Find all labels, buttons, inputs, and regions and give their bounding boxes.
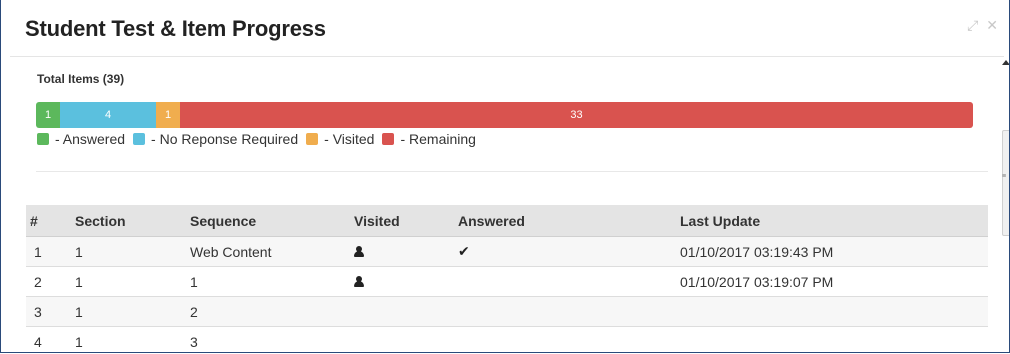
progress-segment-visited: 1 <box>156 102 181 128</box>
cell-answered <box>450 296 672 327</box>
person-icon <box>354 245 364 257</box>
progress-segment-no-response: 4 <box>60 102 157 128</box>
cell-section: 1 <box>67 266 182 297</box>
cell-answered: ✔ <box>450 236 672 267</box>
legend-label: - Visited <box>324 131 375 147</box>
legend-swatch <box>306 133 319 145</box>
dialog-title: Student Test & Item Progress <box>25 16 326 41</box>
legend-label: - No Reponse Required <box>151 131 299 147</box>
scroll-grip-icon: ≡ <box>1002 173 1007 180</box>
cell-answered <box>450 266 672 297</box>
person-icon <box>354 275 364 287</box>
cell-sequence: 2 <box>182 296 346 327</box>
table-row: 413 <box>26 326 988 352</box>
total-items-label: Total Items (39) <box>37 72 125 86</box>
column-header-sequence[interactable]: Sequence <box>182 205 346 237</box>
table-row: 312 <box>26 296 988 327</box>
column-header-last-update[interactable]: Last Update <box>672 205 988 237</box>
cell-number: 4 <box>26 326 67 352</box>
legend-swatch <box>37 133 49 145</box>
cell-section: 1 <box>67 236 182 267</box>
cell-last-update <box>672 296 988 327</box>
cell-visited <box>346 266 450 297</box>
cell-last-update <box>672 326 988 352</box>
legend-label: - Answered <box>55 131 126 147</box>
cell-visited <box>346 296 450 327</box>
legend-swatch <box>133 133 146 145</box>
progress-segment-remaining: 33 <box>180 102 973 128</box>
legend-item: - Visited <box>306 131 374 147</box>
scroll-up-arrow-icon[interactable] <box>1002 60 1009 65</box>
legend-label: - Remaining <box>400 131 476 147</box>
vertical-scrollbar[interactable]: ≡ <box>1001 56 1009 352</box>
cell-visited <box>346 326 450 352</box>
cell-number: 2 <box>26 266 67 297</box>
dialog-window: Student Test & Item Progress ⤢ ✕ ≡ Total… <box>0 0 1010 353</box>
legend-item: - Remaining <box>382 131 476 147</box>
legend-swatch <box>382 133 395 145</box>
cell-visited <box>346 236 450 267</box>
column-header-answered[interactable]: Answered <box>450 205 672 237</box>
table-row: 2 1 1 01/10/2017 03:19:07 PM <box>26 266 988 297</box>
cell-last-update: 01/10/2017 03:19:43 PM <box>672 236 988 267</box>
table-row: 1 1 Web Content ✔ 01/10/2017 03:19:43 PM <box>26 236 988 267</box>
item-progress-bar: 1 4 1 33 <box>36 102 973 128</box>
cell-sequence: 1 <box>182 266 346 297</box>
column-header-number[interactable]: # <box>26 205 67 237</box>
table-header-row: # Section Sequence Visited Answered Last… <box>26 205 988 237</box>
cell-number: 1 <box>26 236 67 267</box>
close-icon[interactable]: ✕ <box>986 17 998 33</box>
section-divider <box>36 171 988 172</box>
cell-sequence: 3 <box>182 326 346 352</box>
cell-section: 1 <box>67 296 182 327</box>
progress-legend: - Answered - No Reponse Required - Visited… <box>37 131 484 147</box>
cell-number: 3 <box>26 296 67 327</box>
column-header-section[interactable]: Section <box>67 205 182 237</box>
cell-answered <box>450 326 672 352</box>
cell-section: 1 <box>67 326 182 352</box>
scroll-thumb[interactable] <box>1002 130 1009 236</box>
legend-item: - No Reponse Required <box>133 131 298 147</box>
expand-icon[interactable]: ⤢ <box>967 17 978 33</box>
item-progress-table: # Section Sequence Visited Answered Last… <box>26 205 988 352</box>
dialog-header: Student Test & Item Progress ⤢ ✕ <box>10 0 1004 57</box>
column-header-visited[interactable]: Visited <box>346 205 450 237</box>
window-controls: ⤢ ✕ <box>963 17 998 34</box>
cell-last-update: 01/10/2017 03:19:07 PM <box>672 266 988 297</box>
legend-item: - Answered <box>37 131 125 147</box>
cell-sequence: Web Content <box>182 236 346 267</box>
progress-segment-answered: 1 <box>36 102 61 128</box>
check-icon: ✔ <box>458 243 470 259</box>
